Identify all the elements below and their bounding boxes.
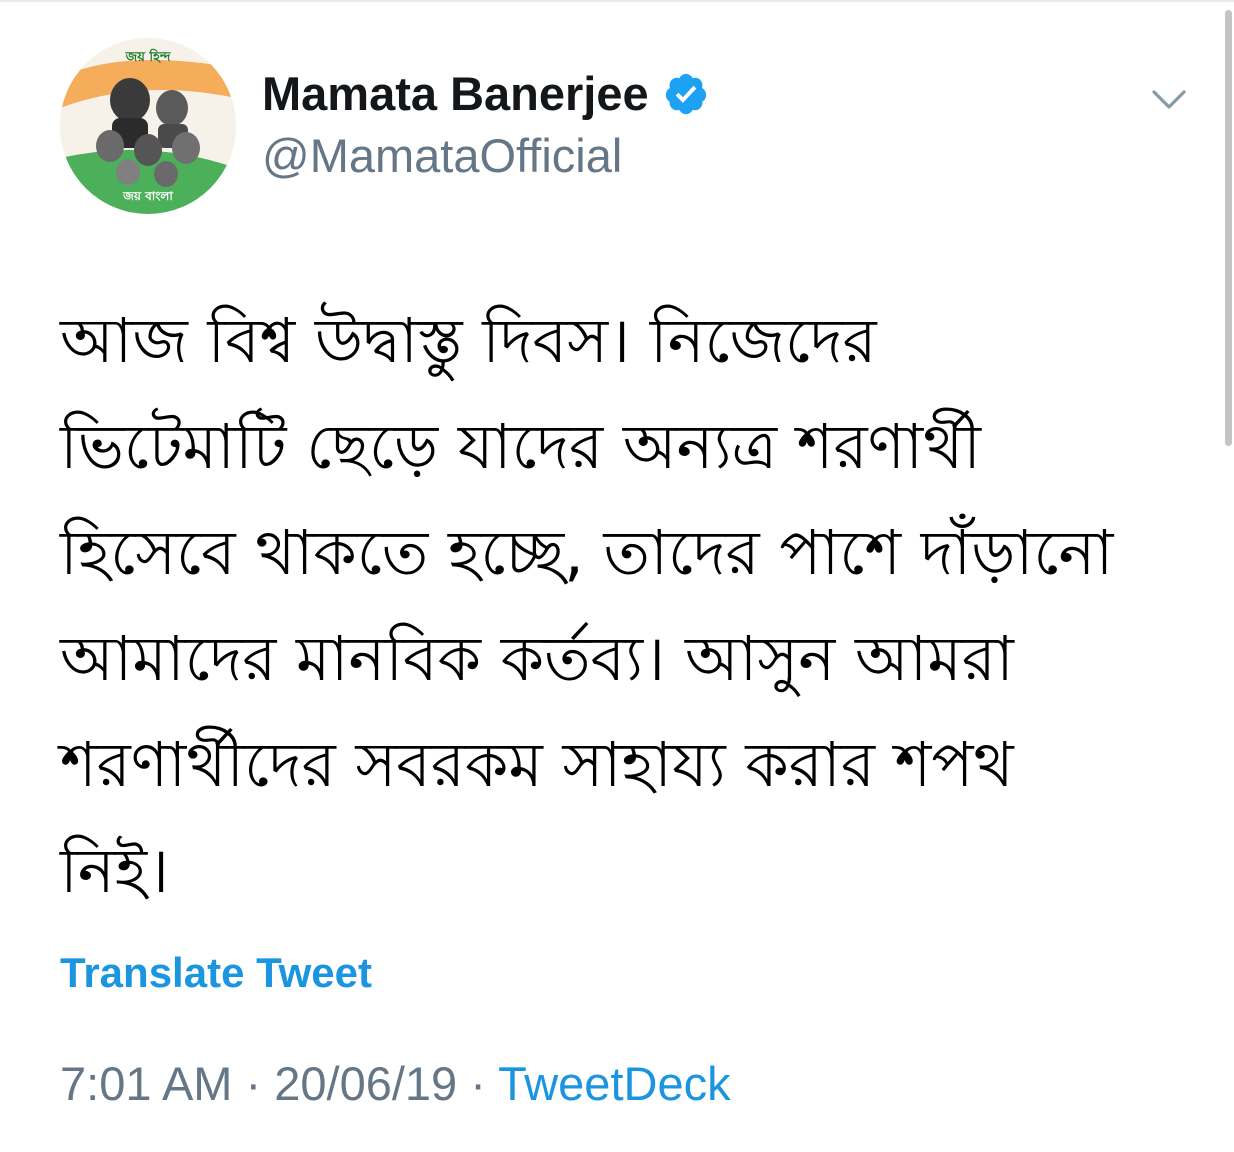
author-display-name[interactable]: Mamata Banerjee xyxy=(262,66,649,122)
top-divider xyxy=(0,0,1234,2)
tweet-source-link[interactable]: TweetDeck xyxy=(498,1057,730,1110)
avatar-caption-top: জয় হিন্দ xyxy=(125,50,171,65)
avatar[interactable]: জয় হিন্দ জয় বাংলা xyxy=(60,38,236,214)
translate-tweet-link[interactable]: Translate Tweet xyxy=(60,948,372,998)
meta-separator: · xyxy=(457,1057,499,1110)
tweet-text: আজ বিশ্ব উদ্বাস্তু দিবস। নিজেদের ভিটেমাট… xyxy=(60,304,1114,907)
verified-badge-icon xyxy=(663,71,709,117)
tweet-meta: 7:01 AM · 20/06/19 · TweetDeck xyxy=(60,1056,731,1112)
tweet-time[interactable]: 7:01 AM xyxy=(60,1057,232,1110)
author-name-row[interactable]: Mamata Banerjee xyxy=(262,66,709,122)
tweet-date[interactable]: 20/06/19 xyxy=(274,1057,457,1110)
meta-separator: · xyxy=(232,1057,275,1110)
scrollbar[interactable] xyxy=(1225,10,1232,446)
chevron-down-icon[interactable] xyxy=(1150,86,1188,114)
author-handle[interactable]: @MamataOfficial xyxy=(262,128,622,184)
avatar-caption-bottom: জয় বাংলা xyxy=(123,189,173,203)
